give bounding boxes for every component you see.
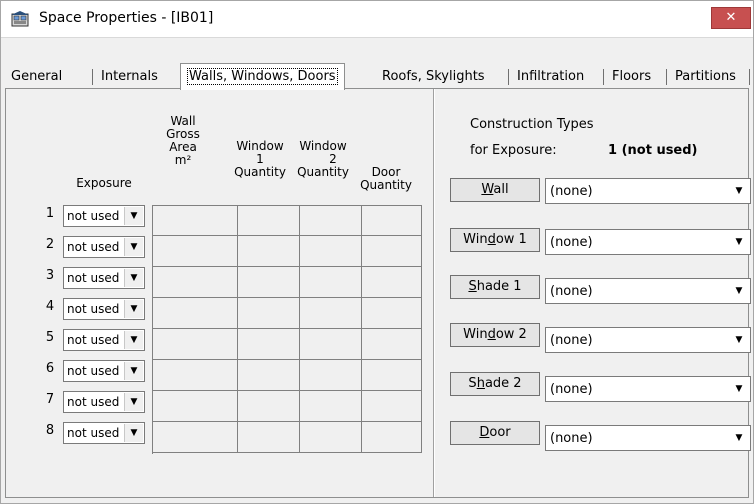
row-number: 2 bbox=[45, 237, 55, 252]
panel-divider bbox=[433, 89, 435, 497]
construction-types-heading: Construction Types bbox=[470, 117, 594, 132]
chevron-down-icon: ▼ bbox=[124, 362, 143, 380]
exposure-select-6[interactable]: not used ▼ bbox=[63, 360, 145, 382]
chevron-down-icon: ▼ bbox=[124, 207, 143, 225]
close-button[interactable]: ✕ bbox=[711, 7, 751, 29]
for-exposure-label: for Exposure: bbox=[470, 143, 557, 158]
app-icon bbox=[11, 11, 29, 27]
wall-area-cell[interactable] bbox=[152, 360, 238, 391]
window1-qty-cell[interactable] bbox=[238, 205, 300, 236]
row-number: 1 bbox=[45, 206, 55, 221]
window2-qty-cell[interactable] bbox=[300, 360, 362, 391]
chevron-down-icon: ▼ bbox=[124, 424, 143, 442]
wall-area-cell[interactable] bbox=[152, 205, 238, 236]
door-qty-cell[interactable] bbox=[362, 391, 422, 422]
chevron-down-icon: ▼ bbox=[735, 433, 743, 443]
window2-qty-cell[interactable] bbox=[300, 236, 362, 267]
door-button[interactable]: Door bbox=[450, 421, 540, 445]
title-bar[interactable]: Space Properties - [IB01] ✕ bbox=[1, 1, 753, 38]
chevron-down-icon: ▼ bbox=[735, 237, 743, 247]
tab-walls-windows-doors[interactable]: Walls, Windows, Doors bbox=[180, 63, 345, 90]
window1-qty-cell[interactable] bbox=[238, 267, 300, 298]
chevron-down-icon: ▼ bbox=[735, 384, 743, 394]
door-qty-cell[interactable] bbox=[362, 298, 422, 329]
exposure-select-4[interactable]: not used ▼ bbox=[63, 298, 145, 320]
door-qty-cell[interactable] bbox=[362, 205, 422, 236]
exposure-select-7[interactable]: not used ▼ bbox=[63, 391, 145, 413]
chevron-down-icon: ▼ bbox=[124, 331, 143, 349]
exposure-select-1[interactable]: not used ▼ bbox=[63, 205, 145, 227]
window-2-button[interactable]: Window 2 bbox=[450, 323, 540, 347]
shade-1-construction-select[interactable]: (none) ▼ bbox=[545, 278, 751, 304]
door-qty-cell[interactable] bbox=[362, 422, 422, 453]
door-header: Door Quantity bbox=[360, 165, 412, 192]
exposure-select-3[interactable]: not used ▼ bbox=[63, 267, 145, 289]
shade-2-button[interactable]: Shade 2 bbox=[450, 372, 540, 396]
wall-area-cell[interactable] bbox=[152, 329, 238, 360]
window1-qty-cell[interactable] bbox=[238, 360, 300, 391]
row-number: 4 bbox=[45, 299, 55, 314]
door-qty-cell[interactable] bbox=[362, 267, 422, 298]
window1-qty-cell[interactable] bbox=[238, 236, 300, 267]
chevron-down-icon: ▼ bbox=[124, 300, 143, 318]
wall-area-cell[interactable] bbox=[152, 236, 238, 267]
exposure-header: Exposure bbox=[76, 176, 132, 190]
window2-header: Window 2 Quantity bbox=[297, 139, 349, 179]
window1-header: Window 1 Quantity bbox=[234, 139, 286, 179]
exposure-select-8[interactable]: not used ▼ bbox=[63, 422, 145, 444]
window2-qty-cell[interactable] bbox=[300, 267, 362, 298]
chevron-down-icon: ▼ bbox=[124, 269, 143, 287]
chevron-down-icon: ▼ bbox=[124, 238, 143, 256]
exposure-select-5[interactable]: not used ▼ bbox=[63, 329, 145, 351]
tab-internals[interactable]: Internals bbox=[95, 67, 164, 89]
tab-partitions[interactable]: Partitions bbox=[669, 67, 742, 89]
exposure-value: 1 (not used) bbox=[608, 143, 698, 158]
door-qty-cell[interactable] bbox=[362, 236, 422, 267]
row-number: 6 bbox=[45, 361, 55, 376]
row-number: 7 bbox=[45, 392, 55, 407]
door-qty-cell[interactable] bbox=[362, 360, 422, 391]
wall-area-cell[interactable] bbox=[152, 267, 238, 298]
wall-area-cell[interactable] bbox=[152, 298, 238, 329]
wall-construction-select[interactable]: (none) ▼ bbox=[545, 178, 751, 204]
window1-qty-cell[interactable] bbox=[238, 422, 300, 453]
window-title: Space Properties - [IB01] bbox=[39, 10, 214, 26]
door-construction-select[interactable]: (none) ▼ bbox=[545, 425, 751, 451]
row-number: 3 bbox=[45, 268, 55, 283]
window1-qty-cell[interactable] bbox=[238, 391, 300, 422]
door-qty-cell[interactable] bbox=[362, 329, 422, 360]
window2-qty-cell[interactable] bbox=[300, 205, 362, 236]
chevron-down-icon: ▼ bbox=[124, 393, 143, 411]
tab-infiltration[interactable]: Infiltration bbox=[511, 67, 590, 89]
window1-qty-cell[interactable] bbox=[238, 298, 300, 329]
window-1-button[interactable]: Window 1 bbox=[450, 228, 540, 252]
tab-strip: General Internals Walls, Windows, Doors … bbox=[3, 63, 753, 90]
exposure-select-2[interactable]: not used ▼ bbox=[63, 236, 145, 258]
window1-qty-cell[interactable] bbox=[238, 329, 300, 360]
row-number: 8 bbox=[45, 423, 55, 438]
tab-general[interactable]: General bbox=[5, 67, 68, 89]
window2-qty-cell[interactable] bbox=[300, 391, 362, 422]
window2-qty-cell[interactable] bbox=[300, 422, 362, 453]
shade-1-button[interactable]: Shade 1 bbox=[450, 275, 540, 299]
tab-floors[interactable]: Floors bbox=[606, 67, 657, 89]
row-number: 5 bbox=[45, 330, 55, 345]
window-1-construction-select[interactable]: (none) ▼ bbox=[545, 229, 751, 255]
shade-2-construction-select[interactable]: (none) ▼ bbox=[545, 376, 751, 402]
window2-qty-cell[interactable] bbox=[300, 298, 362, 329]
wall-button[interactable]: Wall bbox=[450, 178, 540, 202]
wall-area-header: Wall Gross Area m² bbox=[166, 114, 200, 167]
wall-area-cell[interactable] bbox=[152, 422, 238, 453]
chevron-down-icon: ▼ bbox=[735, 286, 743, 296]
tab-roofs-skylights[interactable]: Roofs, Skylights bbox=[376, 67, 491, 89]
chevron-down-icon: ▼ bbox=[735, 335, 743, 345]
window2-qty-cell[interactable] bbox=[300, 329, 362, 360]
close-icon: ✕ bbox=[725, 10, 737, 25]
chevron-down-icon: ▼ bbox=[735, 186, 743, 196]
wall-area-cell[interactable] bbox=[152, 391, 238, 422]
window-2-construction-select[interactable]: (none) ▼ bbox=[545, 327, 751, 353]
